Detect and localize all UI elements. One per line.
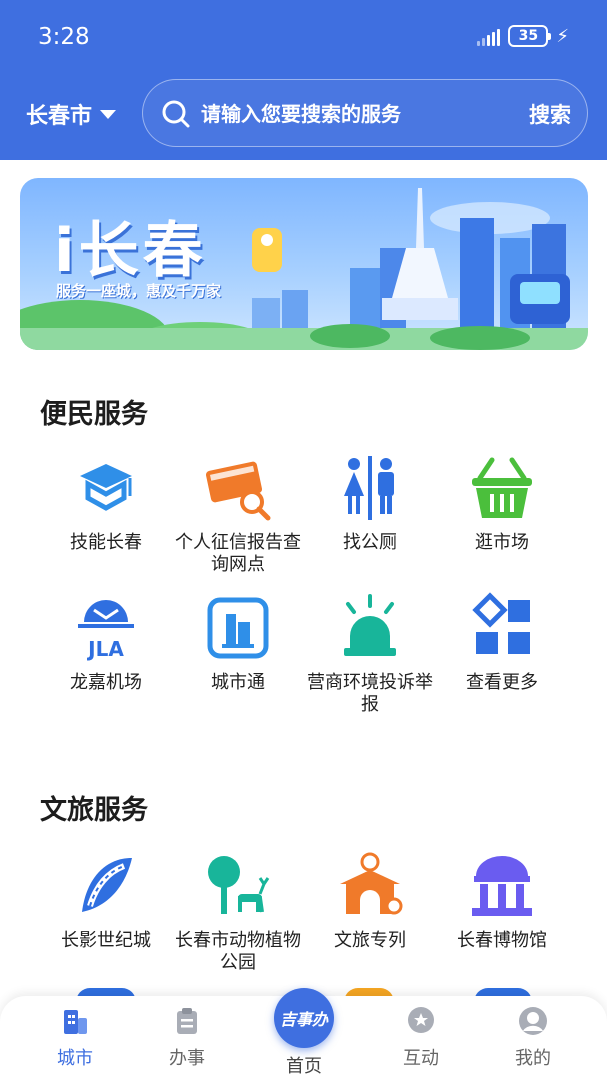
film-city-icon xyxy=(82,858,132,912)
culture-label: 文旅专列 xyxy=(334,930,406,951)
service-view-more[interactable]: 查看更多 xyxy=(436,592,568,694)
search-input[interactable] xyxy=(201,97,501,131)
caret-down-icon xyxy=(100,109,117,119)
service-label: 龙嘉机场 xyxy=(70,672,142,693)
nav-label: 我的 xyxy=(515,1048,551,1069)
restroom-icon xyxy=(344,456,394,520)
skills-cap-icon xyxy=(80,464,132,511)
service-label: 查看更多 xyxy=(466,672,538,693)
nav-services[interactable]: 办事 xyxy=(142,1006,232,1070)
service-city-pass[interactable]: 城市通 xyxy=(172,592,304,694)
service-market[interactable]: 逛市场 xyxy=(436,452,568,554)
culture-label: 长春市动物植物公园 xyxy=(175,930,301,973)
section-title-culture: 文旅服务 xyxy=(40,795,148,826)
more-grid-icon xyxy=(472,592,530,654)
chat-star-icon xyxy=(408,1007,434,1033)
nav-label: 互动 xyxy=(403,1048,439,1069)
service-label: 逛市场 xyxy=(475,532,529,553)
banner-title: i长春 xyxy=(54,216,207,286)
clipboard-icon xyxy=(177,1008,197,1034)
museum-icon xyxy=(472,856,532,916)
culture-label: 长影世纪城 xyxy=(61,930,151,951)
zoo-tree-deer-icon xyxy=(208,856,270,914)
signal-icon xyxy=(477,26,501,46)
service-label: 找公厕 xyxy=(343,532,397,553)
culture-changchun-museum[interactable]: 长春博物馆 xyxy=(436,850,568,952)
city-name: 长春市 xyxy=(26,104,93,129)
charging-icon: ⚡ xyxy=(556,25,569,47)
culture-label: 长春博物馆 xyxy=(457,930,547,951)
nav-label: 城市 xyxy=(57,1048,93,1069)
credit-card-search-icon xyxy=(205,461,271,521)
culture-tourism-train[interactable]: 文旅专列 xyxy=(304,850,436,952)
service-credit-report[interactable]: 个人征信报告查询网点 xyxy=(172,452,304,576)
service-longjia-airport[interactable]: JLA 龙嘉机场 xyxy=(40,592,172,694)
nav-home-button[interactable]: 吉事办 xyxy=(274,988,334,1048)
alarm-siren-icon xyxy=(344,594,396,656)
status-time: 3:28 xyxy=(38,24,90,50)
search-bar[interactable]: 搜索 xyxy=(142,79,588,147)
jla-airport-icon: JLA xyxy=(78,600,134,661)
service-skills-changchun[interactable]: 技能长春 xyxy=(40,452,172,554)
culture-zoo-botanical[interactable]: 长春市动物植物公园 xyxy=(172,850,304,974)
market-basket-icon xyxy=(472,457,532,518)
nav-profile[interactable]: 我的 xyxy=(488,1006,578,1070)
status-indicators: 35 ⚡ xyxy=(477,25,569,47)
user-avatar-icon xyxy=(519,1007,547,1035)
battery-icon: 35 xyxy=(508,25,552,47)
city-selector[interactable]: 长春市 xyxy=(26,98,117,130)
promo-banner[interactable]: i长春 服务一座城，惠及千万家 xyxy=(20,178,588,350)
search-icon xyxy=(162,100,190,128)
culture-film-city[interactable]: 长影世纪城 xyxy=(40,850,172,952)
nav-label: 办事 xyxy=(169,1048,205,1069)
app-header: 3:28 35 ⚡ 长春市 搜索 xyxy=(0,0,607,160)
city-building-icon xyxy=(64,1010,87,1034)
battery-level: 35 xyxy=(518,28,539,44)
service-label: 城市通 xyxy=(211,672,265,693)
city-pass-icon xyxy=(207,597,269,659)
nav-city[interactable]: 城市 xyxy=(30,1006,120,1070)
service-business-complaint[interactable]: 营商环境投诉举报 xyxy=(304,592,436,716)
search-button[interactable]: 搜索 xyxy=(529,99,571,129)
nav-interact[interactable]: 互动 xyxy=(376,1006,466,1070)
nav-home-label: 首页 xyxy=(286,1056,322,1077)
service-label: 营商环境投诉举报 xyxy=(307,672,433,715)
culture-gate-icon xyxy=(340,852,403,915)
section-title-convenience: 便民服务 xyxy=(40,399,148,430)
service-label: 个人征信报告查询网点 xyxy=(175,532,301,575)
jishiban-logo-icon: 吉事办 xyxy=(279,1010,328,1029)
service-find-restroom[interactable]: 找公厕 xyxy=(304,452,436,554)
banner-subtitle: 服务一座城，惠及千万家 xyxy=(56,282,222,300)
svg-text:JLA: JLA xyxy=(86,637,124,661)
service-label: 技能长春 xyxy=(70,532,142,553)
